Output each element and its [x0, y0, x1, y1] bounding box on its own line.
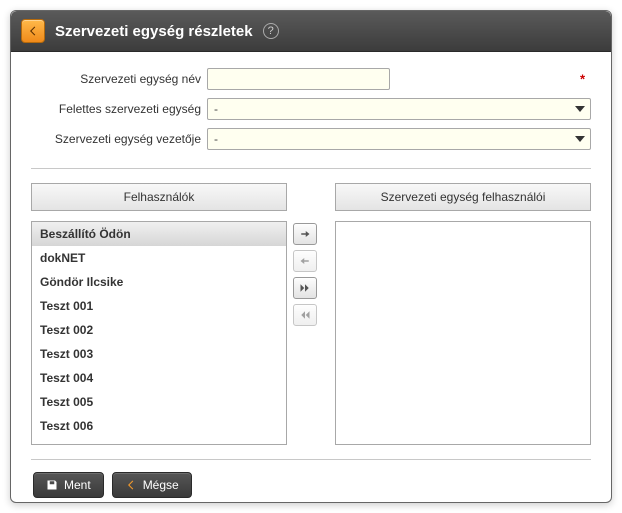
chevron-left-icon — [125, 479, 137, 491]
double-arrow-right-icon — [299, 282, 311, 294]
arrow-left-icon — [299, 255, 311, 267]
dialog-title: Szervezeti egység részletek — [55, 23, 253, 40]
available-users-list[interactable]: Beszállító ÖdöndokNETGöndör IlcsikeTeszt… — [31, 221, 287, 445]
list-item[interactable]: Beszállító Ödön — [32, 222, 286, 246]
separator — [31, 168, 591, 169]
list-item[interactable]: Teszt 006 — [32, 414, 286, 438]
caret-down-icon — [575, 106, 585, 112]
save-icon — [46, 479, 58, 491]
assigned-users-list[interactable] — [335, 221, 591, 445]
help-icon[interactable]: ? — [263, 23, 279, 39]
label-leader: Szervezeti egység vezetője — [31, 132, 201, 146]
list-item[interactable]: Teszt 005 — [32, 390, 286, 414]
required-star-icon: * — [580, 72, 585, 87]
move-left-button[interactable] — [293, 250, 317, 272]
arrow-right-icon — [299, 228, 311, 240]
chevron-left-icon — [27, 25, 39, 37]
left-list-header: Felhasználók — [31, 183, 287, 211]
content: Szervezeti egység név * Felettes szervez… — [11, 52, 611, 503]
footer: Ment Mégse — [31, 459, 591, 498]
name-input-wrap: * — [207, 68, 591, 90]
move-all-left-button[interactable] — [293, 304, 317, 326]
right-list-header: Szervezeti egység felhasználói — [335, 183, 591, 211]
parent-select-value: - — [214, 102, 218, 116]
save-button-label: Ment — [64, 478, 91, 492]
cancel-button-label: Mégse — [143, 478, 179, 492]
shuttle-buttons — [293, 221, 329, 326]
row-name: Szervezeti egység név * — [31, 68, 591, 90]
parent-select[interactable]: - — [207, 98, 591, 120]
label-parent: Felettes szervezeti egység — [31, 102, 201, 116]
caret-down-icon — [575, 136, 585, 142]
dual-list: Felhasználók Szervezeti egység felhaszná… — [31, 183, 591, 445]
back-button[interactable] — [21, 19, 45, 43]
list-item[interactable]: Teszt 003 — [32, 342, 286, 366]
move-right-button[interactable] — [293, 223, 317, 245]
cancel-button[interactable]: Mégse — [112, 472, 192, 498]
org-unit-details-dialog: Szervezeti egység részletek ? Szervezeti… — [10, 10, 612, 503]
row-parent: Felettes szervezeti egység - — [31, 98, 591, 120]
double-arrow-left-icon — [299, 309, 311, 321]
move-all-right-button[interactable] — [293, 277, 317, 299]
list-item[interactable]: Teszt 001 — [32, 294, 286, 318]
row-leader: Szervezeti egység vezetője - — [31, 128, 591, 150]
list-item[interactable]: Teszt 004 — [32, 366, 286, 390]
list-item[interactable]: Göndör Ilcsike — [32, 270, 286, 294]
save-button[interactable]: Ment — [33, 472, 104, 498]
titlebar: Szervezeti egység részletek ? — [11, 11, 611, 52]
list-item[interactable]: dokNET — [32, 246, 286, 270]
leader-select[interactable]: - — [207, 128, 591, 150]
label-name: Szervezeti egység név — [31, 72, 201, 86]
list-item[interactable]: Teszt 002 — [32, 318, 286, 342]
leader-select-value: - — [214, 132, 218, 146]
name-input[interactable] — [207, 68, 390, 90]
